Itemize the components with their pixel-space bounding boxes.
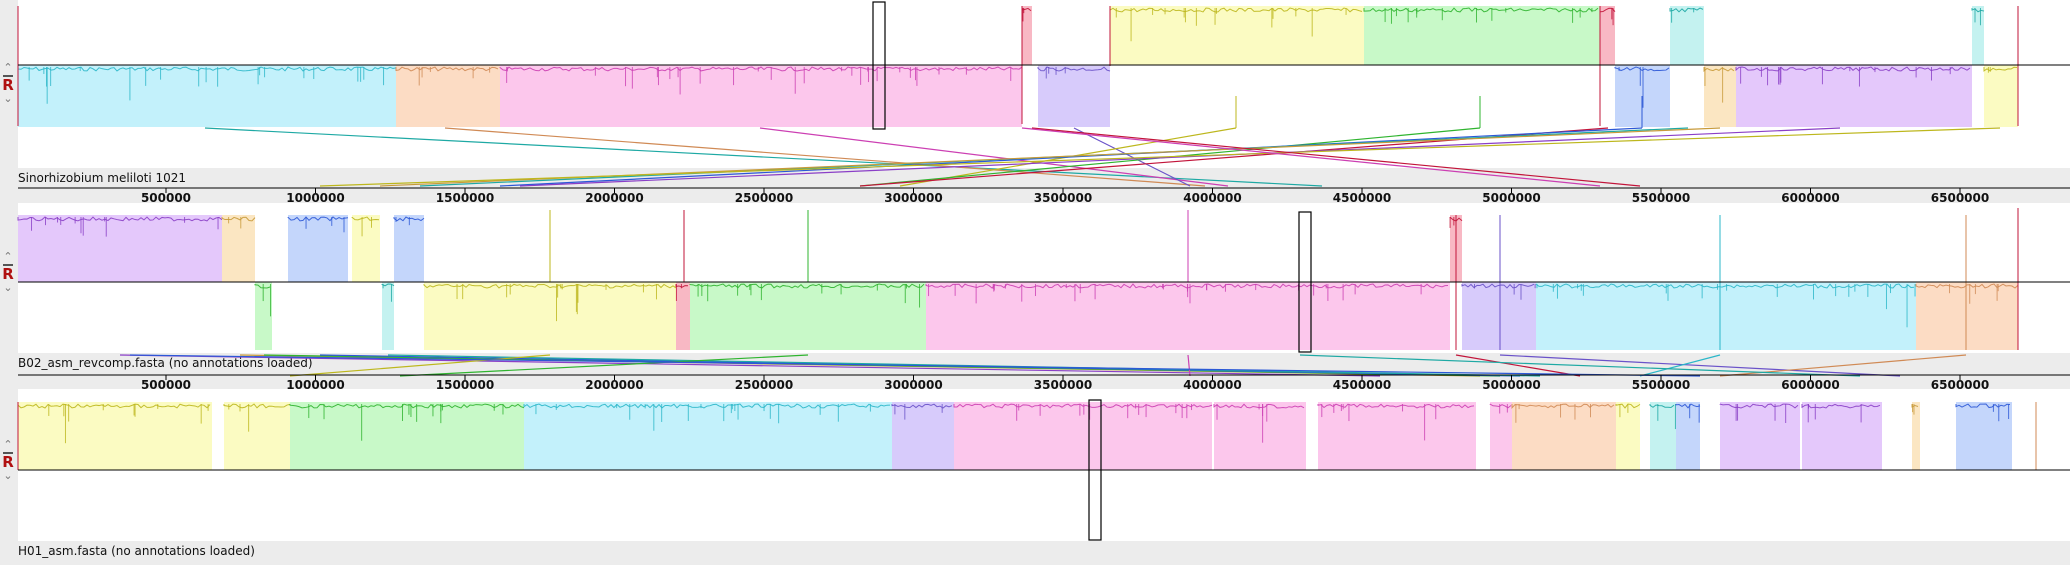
ruler-1-tick-label: 2000000 (585, 191, 643, 205)
g3-block-orange (1512, 402, 1616, 470)
ruler-2-tick-label: 5500000 (1632, 378, 1690, 392)
ruler-1-tick-label: 2500000 (735, 191, 793, 205)
g2-block-red-1 (676, 282, 690, 350)
ruler-1-tick-label: 5000000 (1482, 191, 1540, 205)
ruler-1-tick-label: 4500000 (1333, 191, 1391, 205)
g3-block-yellow-1 (18, 402, 212, 470)
alignment-canvas[interactable]: 500000 1000000 1500000 2000000 2500000 300000… (0, 0, 2070, 565)
ruler-1-tick-label: 6500000 (1931, 191, 1989, 205)
g2-block-yellow-1 (352, 215, 380, 282)
g1-block-orange (396, 65, 500, 127)
g2-block-teal (382, 282, 394, 350)
g3-block-cyan (524, 402, 892, 470)
g1-block-green (1364, 6, 1600, 65)
g3-block-pink-2 (1214, 402, 1306, 470)
ruler-1-tick-label: 5500000 (1632, 191, 1690, 205)
g3-block-lavender (892, 402, 954, 470)
connection-line-26 (129, 354, 1701, 377)
ruler-2-tick-label: 2500000 (735, 378, 793, 392)
g3-block-pink-4 (1490, 402, 1512, 470)
ruler-1-tick-label: 1000000 (286, 191, 344, 205)
ruler-2-tick-label: 4500000 (1333, 378, 1391, 392)
ruler-2-tick-label: 3500000 (1034, 378, 1092, 392)
g2-block-violet (18, 215, 222, 282)
g1-block-tan (1704, 65, 1736, 127)
g2-block-green-2 (690, 282, 926, 350)
ruler-1-tick-label: 1500000 (436, 191, 494, 205)
g3-block-green (290, 402, 524, 470)
ruler-2-tick-label: 3000000 (884, 378, 942, 392)
g1-block-teal-2 (1972, 6, 1984, 65)
g1-block-yellow (1110, 6, 1364, 65)
g2-block-lavender (1462, 282, 1536, 350)
g3-block-violet-1 (1720, 402, 1800, 470)
g3-block-teal (1650, 402, 1676, 470)
g1-block-cyan (18, 65, 396, 127)
g3-block-violet-2 (1802, 402, 1882, 470)
g2-block-yellow-2 (424, 282, 676, 350)
connection-line-18 (387, 354, 1541, 377)
ruler-1-tick-label: 500000 (141, 191, 191, 205)
g1-block-pink (500, 65, 1022, 127)
g1-block-red-1 (1022, 6, 1032, 65)
g3-block-yellow-2 (224, 402, 290, 470)
g2-block-tan (222, 215, 255, 282)
g1-block-violet (1736, 65, 1972, 127)
g1-block-teal (1670, 6, 1704, 65)
g2-block-blue (288, 215, 348, 282)
ruler-2-tick-label: 1500000 (436, 378, 494, 392)
mauve-alignment-viewer: ⌃ R ⌄ Sinorhizobium meliloti 1021 ⌃ R ⌄ … (0, 0, 2070, 565)
g3-block-pink-3 (1318, 402, 1476, 470)
g1-block-yellow-2 (1984, 65, 2018, 127)
g3-block-tan (1912, 402, 1920, 470)
g3-block-blue-2 (1956, 402, 2012, 470)
ruler-2-tick-label: 6000000 (1781, 378, 1839, 392)
ruler-2-tick-label: 1000000 (286, 378, 344, 392)
ruler-2-tick-label: 5000000 (1482, 378, 1540, 392)
g2-block-cyan (1536, 282, 1916, 350)
g1-block-lavender (1038, 65, 1110, 127)
ruler-2-tick-label: 2000000 (585, 378, 643, 392)
ruler-2-tick-label: 6500000 (1931, 378, 1989, 392)
ruler-1-tick-label: 6000000 (1781, 191, 1839, 205)
ruler-2-tick-label: 500000 (141, 378, 191, 392)
g2-block-orange (1916, 282, 2018, 350)
ruler-1-tick-label: 3500000 (1034, 191, 1092, 205)
ruler-2-tick-label: 4000000 (1183, 378, 1241, 392)
ruler-1-tick-label: 3000000 (884, 191, 942, 205)
g3-block-blue-1 (1676, 402, 1700, 470)
g3-block-pink-1 (954, 402, 1212, 470)
ruler-1-tick-label: 4000000 (1183, 191, 1241, 205)
